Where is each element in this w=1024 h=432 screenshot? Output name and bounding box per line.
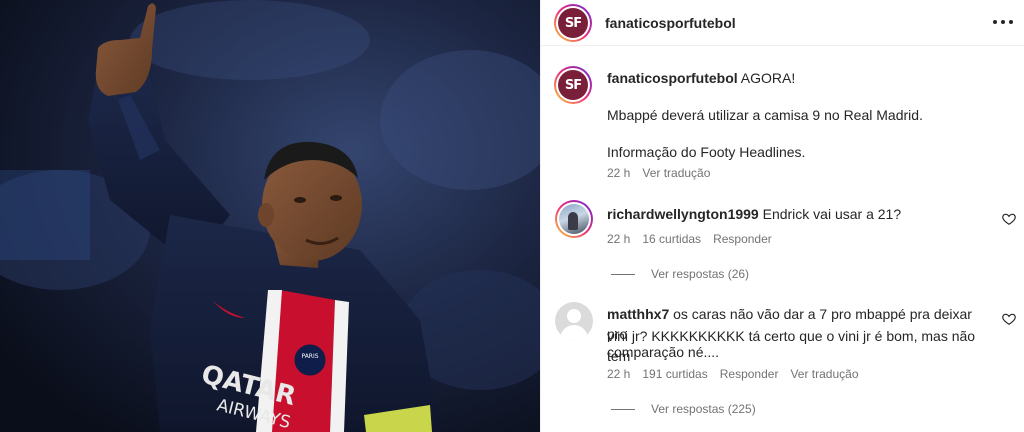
view-replies-label: Ver respostas (225): [651, 402, 756, 416]
comment-body: Endrick vai usar a 21?: [762, 206, 902, 222]
view-replies-button[interactable]: Ver respostas (225): [611, 402, 756, 416]
reply-link[interactable]: Responder: [720, 367, 779, 381]
caption-time[interactable]: 22 h: [607, 166, 630, 180]
replies-divider: [611, 273, 635, 275]
view-replies-label: Ver respostas (26): [651, 267, 750, 281]
comment-username[interactable]: matthhx7: [607, 306, 669, 322]
caption-avatar[interactable]: SF: [554, 66, 592, 104]
caption-body: Mbappé deverá utilizar a camisa 9 no Rea…: [607, 107, 923, 123]
comment-likes[interactable]: 191 curtidas: [642, 367, 707, 381]
caption-username[interactable]: fanaticosporfutebol: [607, 70, 738, 86]
reply-link[interactable]: Responder: [713, 232, 772, 246]
sf-logo: SF: [558, 70, 588, 100]
comment-translate-link[interactable]: Ver tradução: [790, 367, 858, 381]
like-heart-icon[interactable]: [1002, 312, 1016, 326]
post-details-panel: SF fanaticosporfutebol SF fanaticosporfu…: [540, 0, 1024, 432]
caption-first-line: fanaticosporfutebol AGORA!: [607, 69, 795, 87]
comment-username[interactable]: richardwellyngton1999: [607, 206, 759, 222]
crest-text: PARIS: [301, 353, 318, 360]
author-avatar[interactable]: SF: [554, 4, 592, 42]
commenter-avatar[interactable]: [555, 200, 593, 238]
player-illustration: PARIS QATAR AIRWAYS: [0, 0, 540, 432]
more-options-icon[interactable]: [993, 12, 1013, 32]
logo-text: SF: [564, 77, 582, 93]
comment-body-continued: comparação né....: [607, 344, 720, 360]
comment-meta: 22 h 191 curtidas Responder Ver tradução: [607, 367, 859, 381]
post-photo[interactable]: PARIS QATAR AIRWAYS: [0, 0, 540, 432]
post-header: SF fanaticosporfutebol: [541, 0, 1024, 46]
logo-text: SF: [564, 15, 582, 31]
caption-translate-link[interactable]: Ver tradução: [642, 166, 710, 180]
sf-logo: SF: [558, 8, 588, 38]
default-avatar-icon[interactable]: [555, 302, 593, 340]
comment-text-line: richardwellyngton1999 Endrick vai usar a…: [607, 204, 987, 224]
caption-meta: 22 h Ver tradução: [607, 166, 710, 180]
replies-divider: [611, 408, 635, 410]
comment-time[interactable]: 22 h: [607, 367, 630, 381]
view-replies-button[interactable]: Ver respostas (26): [611, 267, 749, 281]
author-username[interactable]: fanaticosporfutebol: [605, 15, 736, 31]
caption-source: Informação do Footy Headlines.: [607, 144, 806, 160]
comment-time[interactable]: 22 h: [607, 232, 630, 246]
like-heart-icon[interactable]: [1002, 212, 1016, 226]
comment-meta: 22 h 16 curtidas Responder: [607, 232, 772, 246]
comment-likes[interactable]: 16 curtidas: [642, 232, 701, 246]
caption-headline: AGORA!: [740, 70, 796, 86]
